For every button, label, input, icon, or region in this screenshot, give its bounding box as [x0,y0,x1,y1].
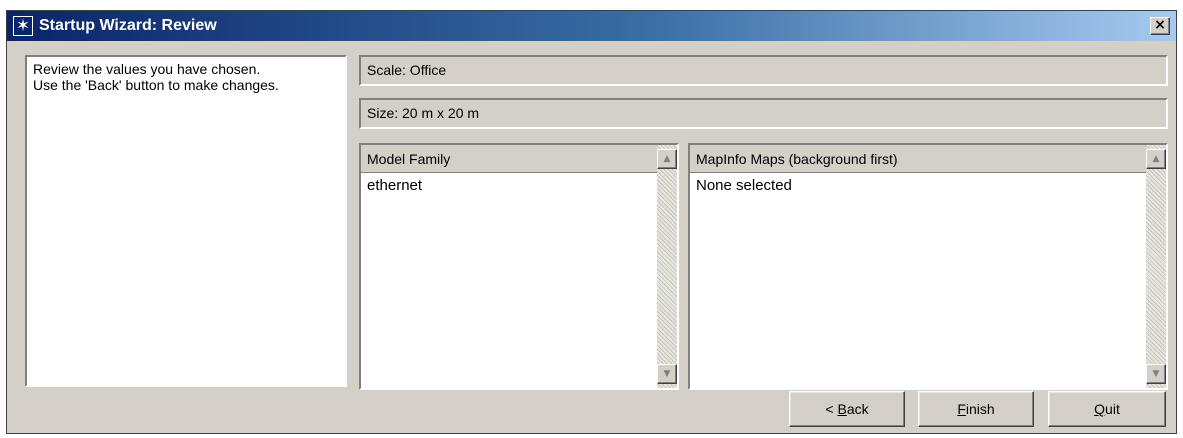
size-field: Size: 20 m x 20 m [359,98,1168,129]
scale-field: Scale: Office [359,55,1168,86]
back-button[interactable]: < Back [789,391,905,427]
window-title: Startup Wizard: Review [39,17,217,34]
back-button-prefix: < [825,401,838,417]
quit-button[interactable]: Quit [1048,391,1166,427]
finish-button-label: inish [965,401,995,417]
wizard-star-icon: ✶ [13,16,33,36]
model-family-header: Model Family [361,145,657,173]
quit-button-mnemonic: Q [1094,401,1106,417]
quit-button-label: uit [1105,401,1120,417]
arrow-down-icon[interactable]: ▼ [1146,364,1166,384]
arrow-down-icon[interactable]: ▼ [657,364,677,384]
mapinfo-maps-scrollbar[interactable]: ▲ ▼ [1146,145,1166,388]
startup-wizard-dialog: ✶ Startup Wizard: Review × Review the va… [6,10,1177,434]
finish-button[interactable]: Finish [918,391,1034,427]
review-description: Review the values you have chosen. Use t… [25,55,347,387]
finish-button-mnemonic: F [957,401,966,417]
close-button[interactable]: × [1150,17,1170,35]
arrow-up-icon[interactable]: ▲ [657,149,677,169]
back-button-mnemonic: B [837,401,847,417]
mapinfo-maps-header: MapInfo Maps (background first) [690,145,1146,173]
model-family-items: ethernet [361,173,657,388]
list-item[interactable]: ethernet [367,177,651,195]
mapinfo-maps-items: None selected [690,173,1146,388]
back-button-label: ack [846,401,869,417]
model-family-scrollbar[interactable]: ▲ ▼ [657,145,677,388]
arrow-up-icon[interactable]: ▲ [1146,149,1166,169]
list-item[interactable]: None selected [696,177,1140,195]
model-family-list[interactable]: Model Family ethernet ▲ ▼ [359,143,679,390]
mapinfo-maps-list[interactable]: MapInfo Maps (background first) None sel… [688,143,1168,390]
title-bar[interactable]: ✶ Startup Wizard: Review × [7,11,1176,41]
